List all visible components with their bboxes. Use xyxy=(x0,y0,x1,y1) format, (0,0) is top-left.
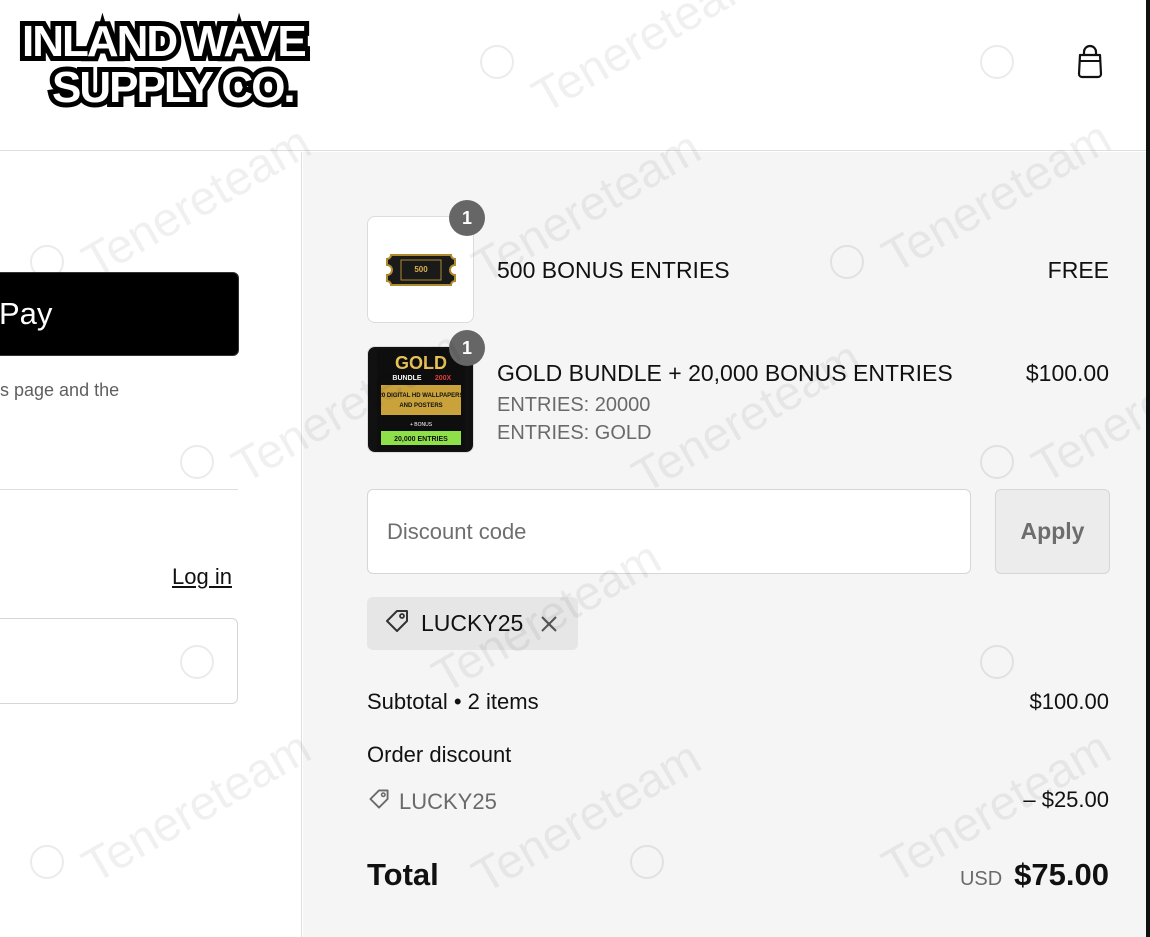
item-variant: ENTRIES: 20000 xyxy=(497,394,651,416)
ticket-icon: 500 xyxy=(385,253,456,286)
subtotal-label: Subtotal • 2 items xyxy=(367,689,539,714)
item-variant: ENTRIES: GOLD xyxy=(497,422,652,444)
order-discount-value: – $25.00 xyxy=(1023,787,1109,812)
express-pay-button[interactable]: Pay xyxy=(0,272,239,356)
window-edge xyxy=(1146,0,1150,937)
svg-text:200X: 200X xyxy=(434,375,451,382)
login-link[interactable]: Log in xyxy=(172,564,232,590)
line-item: GOLD BUNDLE 200X 20 DIGITAL HD WALLPAPER… xyxy=(367,330,1109,453)
order-summary-panel: 500 1 500 BONUS ENTRIES FREE GOLD BUNDLE… xyxy=(303,152,1146,937)
svg-text:20 DIGITAL HD WALLPAPERS: 20 DIGITAL HD WALLPAPERS xyxy=(378,393,463,399)
quantity-badge: 1 xyxy=(449,330,485,366)
quantity-badge: 1 xyxy=(449,200,485,236)
svg-text:INLAND WAVE: INLAND WAVE xyxy=(22,17,305,66)
apply-discount-button[interactable]: Apply xyxy=(995,489,1110,574)
remove-discount-button[interactable] xyxy=(539,614,559,634)
total-price: USD $75.00 xyxy=(960,857,1109,893)
item-price: FREE xyxy=(1047,257,1109,283)
shopping-bag-icon xyxy=(1075,44,1105,85)
svg-text:BUNDLE: BUNDLE xyxy=(392,375,421,382)
applied-discount-chip: LUCKY25 xyxy=(367,597,578,650)
line-item: 500 1 500 BONUS ENTRIES FREE xyxy=(367,200,1109,323)
express-checkout-note: s page and the xyxy=(0,380,120,400)
contact-email-field[interactable] xyxy=(0,618,238,704)
order-discount-code: LUCKY25 xyxy=(367,787,497,817)
discount-code-input[interactable] xyxy=(367,489,971,574)
item-price: $100.00 xyxy=(1025,360,1109,386)
total-amount: $75.00 xyxy=(1014,857,1109,892)
order-discount-code-text: LUCKY25 xyxy=(399,789,497,814)
divider xyxy=(0,489,238,490)
total-currency: USD xyxy=(959,868,1003,890)
store-logo[interactable]: INLAND WAVE INLAND WAVE SUPPLY CO. SUPPL… xyxy=(10,12,360,117)
subtotal-value: $100.00 xyxy=(1029,689,1109,714)
express-pay-label: Pay xyxy=(0,296,53,331)
checkout-form-panel: Pay s page and the Log in xyxy=(0,152,302,937)
order-discount-label: Order discount xyxy=(367,742,512,767)
applied-discount-code: LUCKY25 xyxy=(421,610,524,636)
total-label: Total xyxy=(367,857,439,892)
gold-bundle-image: GOLD BUNDLE 200X 20 DIGITAL HD WALLPAPER… xyxy=(376,348,465,451)
tag-icon xyxy=(383,607,411,640)
svg-text:20,000 ENTRIES: 20,000 ENTRIES xyxy=(394,436,448,443)
tag-icon xyxy=(367,787,391,817)
close-icon xyxy=(541,615,557,632)
svg-text:SUPPLY CO.: SUPPLY CO. xyxy=(52,63,294,112)
cart-button[interactable] xyxy=(1070,42,1110,86)
page-header: INLAND WAVE INLAND WAVE SUPPLY CO. SUPPL… xyxy=(0,0,1146,151)
svg-text:AND POSTERS: AND POSTERS xyxy=(399,403,442,409)
item-name: 500 BONUS ENTRIES xyxy=(497,257,730,283)
svg-text:500: 500 xyxy=(414,265,428,274)
svg-text:+ BONUS: + BONUS xyxy=(409,422,432,428)
svg-text:GOLD: GOLD xyxy=(395,353,447,373)
item-name: GOLD BUNDLE + 20,000 BONUS ENTRIES xyxy=(497,360,953,386)
